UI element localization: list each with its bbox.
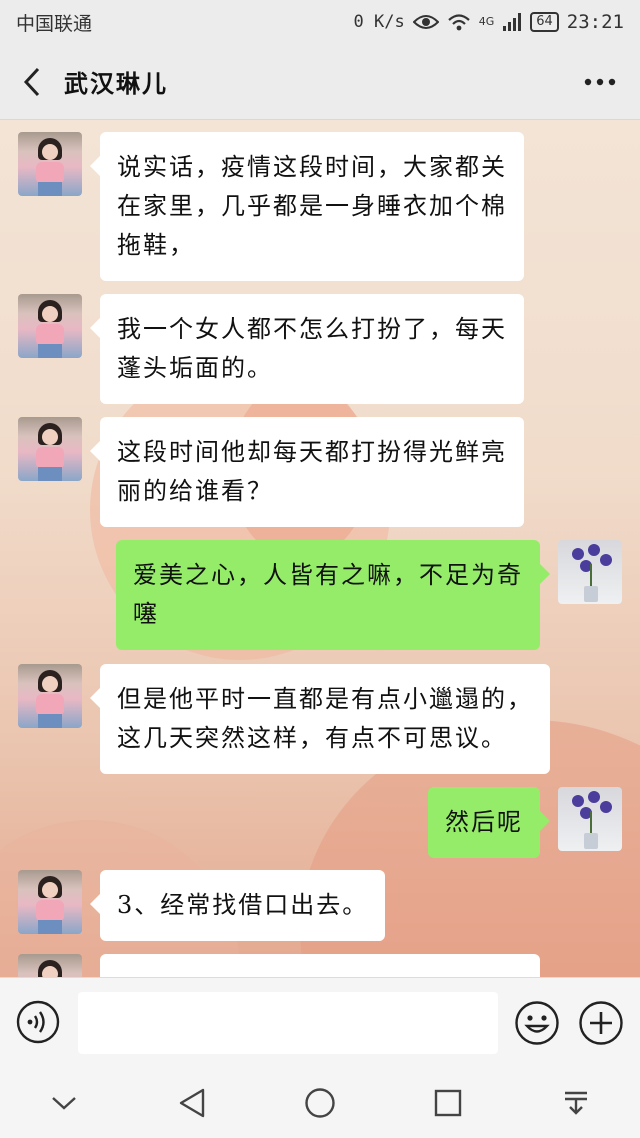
input-bar [0,977,640,1067]
message-text-line: 爱美之心，人皆有之嘛，不足为奇 [133,561,523,589]
nav-notification-button[interactable] [546,1073,606,1133]
my-avatar[interactable] [558,540,622,604]
back-triangle-icon [179,1088,205,1117]
system-nav-bar [0,1067,640,1138]
contact-avatar[interactable] [18,294,82,358]
message-text-line: 然后呢 [445,808,523,836]
message-bubble-received[interactable] [100,954,540,977]
nav-home-button[interactable] [290,1073,350,1133]
emoji-icon [515,1001,559,1045]
message-text-line: 拖鞋， [117,231,195,259]
message-text-line: 在家里，几乎都是一身睡衣加个棉 [117,192,507,220]
more-options-button[interactable] [560,44,640,120]
voice-button[interactable] [16,1000,60,1044]
nav-recents-button[interactable] [418,1073,478,1133]
message-text-line: 3、经常找借口出去。 [117,891,369,919]
message-bubble-received[interactable]: 但是他平时一直都是有点小邋遢的， 这几天突然这样，有点不可思议。 [90,664,550,774]
chevron-down-icon [52,1096,76,1110]
emoji-button[interactable] [514,1000,560,1046]
message-text-line: 我一个女人都不怎么打扮了，每天 [117,315,507,343]
message-bubble-sent[interactable]: 爱美之心，人皆有之嘛，不足为奇 噻 [116,540,550,650]
message-text-line: 这段时间他却每天都打扮得光鲜亮 [117,438,507,466]
message-text-line: 这几天突然这样，有点不可思议。 [117,724,507,752]
carrier-label: 中国联通 [16,12,93,35]
message-bubble-received[interactable]: 我一个女人都不怎么打扮了，每天 蓬头垢面的。 [90,294,524,404]
network-speed: 0 K/s [353,12,405,32]
voice-icon [16,1000,60,1044]
wifi-icon [447,14,470,31]
status-time: 23:21 [566,11,624,33]
recents-square-icon [434,1089,462,1116]
contact-avatar[interactable] [18,417,82,481]
nav-back-button[interactable] [162,1073,222,1133]
more-functions-button[interactable] [578,1000,624,1046]
message-text-line: 丽的给谁看？ [117,477,273,505]
battery-indicator: 64 [530,12,559,32]
network-type: 4G [478,15,495,28]
chat-header: 武汉琳儿 [0,44,640,120]
message-text-line: 蓬头垢面的。 [117,354,273,382]
message-bubble-sent[interactable]: 然后呢 [428,787,550,858]
message-text-line: 但是他平时一直都是有点小邋遢的， [117,685,533,713]
chevron-left-icon [23,67,40,96]
message-bubble-received[interactable]: 3、经常找借口出去。 [89,870,386,941]
status-right-group: 0 K/s 4G 64 23:21 [354,11,624,33]
contact-avatar[interactable] [18,954,82,977]
my-avatar[interactable] [558,787,622,851]
plus-icon [579,1001,623,1045]
message-text-line: 噻 [133,600,159,628]
back-button[interactable] [0,44,64,120]
message-input[interactable] [78,992,498,1054]
chat-title: 武汉琳儿 [64,69,168,98]
contact-avatar[interactable] [18,870,82,934]
status-bar: 中国联通 0 K/s 4G 64 23:21 [0,0,640,44]
contact-avatar[interactable] [18,132,82,196]
contact-avatar[interactable] [18,664,82,728]
eye-icon [412,15,439,29]
message-bubble-received[interactable]: 说实话，疫情这段时间，大家都关 在家里，几乎都是一身睡衣加个棉 拖鞋， [90,132,524,281]
message-text-line: 说实话，疫情这段时间，大家都关 [117,153,507,181]
signal-icon [503,13,522,31]
home-circle-icon [305,1087,335,1118]
message-bubble-received[interactable]: 这段时间他却每天都打扮得光鲜亮 丽的给谁看？ [90,417,524,527]
chat-area[interactable]: 说实话，疫情这段时间，大家都关 在家里，几乎都是一身睡衣加个棉 拖鞋， 我一个女… [0,120,640,977]
more-dots-icon [584,78,616,85]
notification-pull-icon [565,1091,587,1115]
hide-nav-button[interactable] [34,1073,94,1133]
